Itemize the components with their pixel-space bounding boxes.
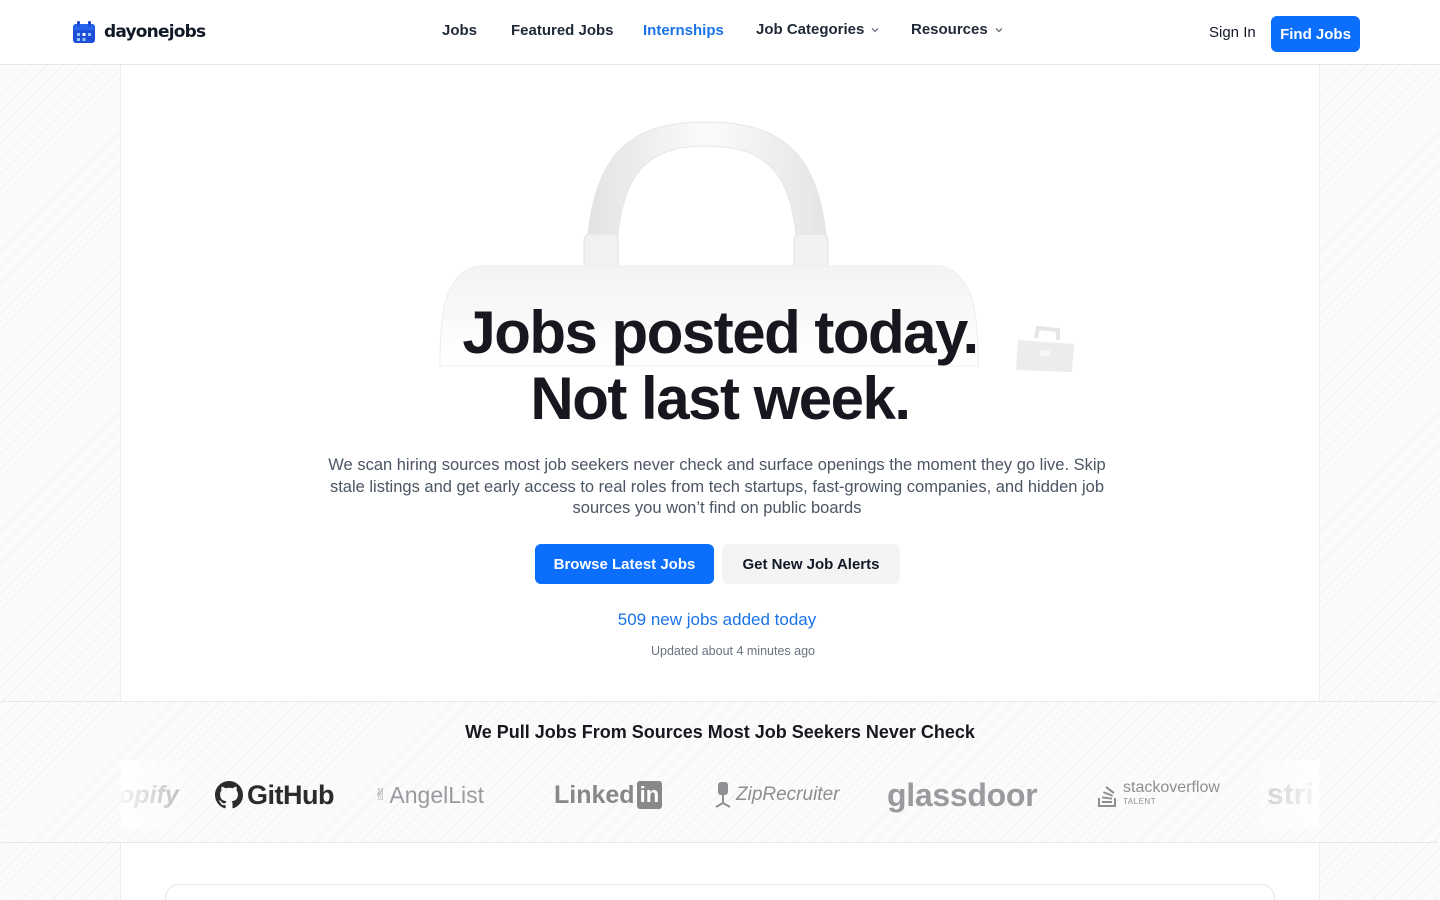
get-job-alerts-button[interactable]: Get New Job Alerts [722, 544, 900, 584]
source-logos-strip: opify GitHub ✌ AngelList Linked in ZipRe… [121, 760, 1319, 830]
angellist-logo-text: AngelList [389, 781, 485, 808]
content-card [165, 884, 1275, 900]
nav-job-categories-label: Job Categories [756, 21, 865, 38]
glassdoor-logo: glassdoor [887, 760, 1038, 830]
github-octocat-icon [215, 781, 243, 809]
hero-headline: Jobs posted today. Not last week. [0, 300, 1440, 432]
nav-featured-jobs-label: Featured Jobs [511, 22, 614, 39]
hero-headline-line1: Jobs posted today. [462, 299, 979, 366]
stackoverflow-talent-logo: stackoverflow TALENT [1097, 760, 1220, 830]
chevron-down-icon [871, 27, 879, 32]
find-jobs-button[interactable]: Find Jobs [1271, 16, 1360, 52]
ziprecruiter-logo: ZipRecruiter [714, 760, 839, 830]
nav-internships[interactable]: Internships [643, 22, 724, 39]
logos-fade-left [121, 760, 191, 830]
logos-fade-right [1249, 760, 1319, 830]
nav-jobs[interactable]: Jobs [442, 22, 477, 39]
nav-internships-label: Internships [643, 22, 724, 39]
sign-in-link[interactable]: Sign In [1209, 24, 1256, 41]
ziprecruiter-logo-text: ZipRecruiter [736, 784, 840, 805]
linkedin-logo-text: Linked [554, 780, 635, 809]
github-logo: GitHub [215, 760, 334, 830]
browse-latest-jobs-button[interactable]: Browse Latest Jobs [535, 544, 714, 584]
stack-overflow-icon [1098, 786, 1116, 807]
angellist-logo: ✌ AngelList [374, 760, 484, 830]
glassdoor-logo-text: glassdoor [887, 776, 1038, 813]
last-updated-text: Updated about 4 minutes ago [650, 644, 815, 658]
chevron-down-icon [995, 27, 1003, 32]
github-logo-text: GitHub [247, 779, 334, 810]
nav-job-categories[interactable]: Job Categories [756, 21, 880, 38]
nav-resources-label: Resources [911, 21, 988, 38]
stackoverflow-wordmark: stackoverflow TALENT [1123, 779, 1220, 809]
stackoverflow-talent-text: TALENT [1123, 797, 1157, 806]
nav-jobs-label: Jobs [442, 22, 478, 39]
site-header: dayonejobs Jobs Featured Jobs Internship… [0, 0, 1440, 65]
stackoverflow-logo-text: stackoverflow [1123, 779, 1220, 796]
nav-resources[interactable]: Resources [911, 21, 1004, 38]
hero-headline-line2: Not last week. [530, 365, 911, 432]
office-chair-icon [715, 782, 731, 808]
nav-featured-jobs[interactable]: Featured Jobs [511, 22, 614, 39]
hero-subtitle: We scan hiring sources most job seekers … [328, 456, 1106, 517]
linkedin-in-badge: in [636, 781, 663, 809]
linkedin-logo: Linked in [554, 760, 663, 830]
new-jobs-count-link[interactable]: 509 new jobs added today [0, 610, 1434, 630]
sources-heading: We Pull Jobs From Sources Most Job Seeke… [465, 722, 975, 742]
victory-hand-icon: ✌ [374, 787, 388, 804]
